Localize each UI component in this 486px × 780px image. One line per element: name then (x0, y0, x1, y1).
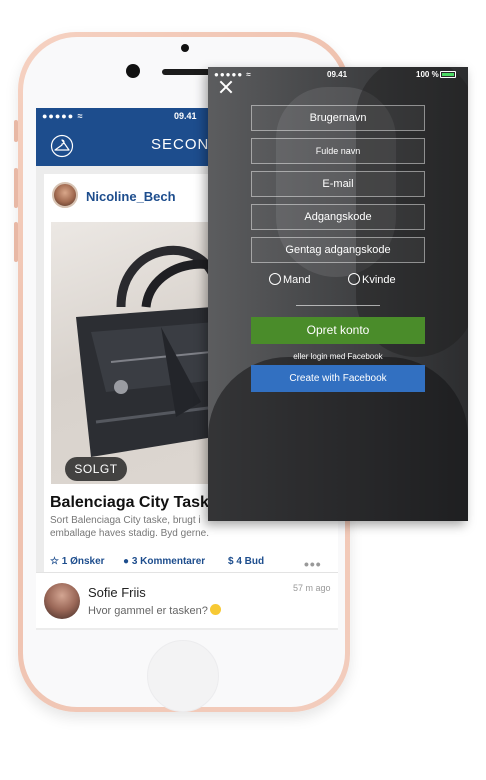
gender-male-label: Mand (283, 274, 311, 286)
battery-percent: 100 % (416, 70, 439, 79)
battery-icon (440, 71, 456, 78)
item-description: Sort Balenciaga City taske, brugt i emba… (50, 515, 209, 539)
volume-up-button (14, 168, 18, 208)
post-username[interactable]: Nicoline_Bech (86, 189, 176, 204)
facebook-login-hint: eller login med Facebook (293, 352, 383, 361)
divider (296, 305, 380, 306)
gender-female-radio[interactable]: Kvinde (348, 272, 396, 288)
speech-bubble-icon: ● (123, 556, 130, 567)
comment-text: Hvor gammel er tasken? (88, 605, 208, 617)
mute-switch (14, 120, 18, 142)
create-with-facebook-button[interactable]: Create with Facebook (251, 365, 425, 392)
comment-count: 3 Kommentarer (131, 556, 206, 567)
signup-screen: ●●●●● ≈ 09.41 100 % Brugernavn Fulde nav… (208, 67, 468, 521)
hanger-logo-icon[interactable] (50, 134, 74, 158)
avatar[interactable] (44, 583, 80, 619)
status-time: 09.41 (327, 70, 348, 79)
create-account-button[interactable]: Opret konto (251, 317, 425, 344)
password-field[interactable]: Adgangskode (251, 204, 425, 230)
post-actions: ☆ 1 Ønsker ● 3 Kommentarer $ 4 Bud ••• (44, 552, 338, 572)
more-options-icon[interactable]: ••• (304, 556, 322, 572)
comment-text-line: Hvor gammel er tasken? (88, 604, 221, 617)
status-bar: ●●●●● ≈ 09.41 100 % (208, 67, 468, 83)
close-icon[interactable] (218, 79, 234, 95)
comment-author[interactable]: Sofie Friis (88, 585, 146, 600)
comments-action[interactable]: ● 3 Kommentarer (123, 556, 205, 567)
item-title[interactable]: Balenciaga City Taske (50, 494, 218, 512)
signal-icon: ●●●●● ≈ (42, 111, 84, 121)
radio-circle-icon (348, 273, 360, 285)
email-field[interactable]: E-mail (251, 171, 425, 197)
comment-row[interactable]: Sofie Friis 57 m ago Hvor gammel er task… (36, 572, 338, 628)
status-time: 09.41 (174, 111, 197, 121)
smiley-emoji-icon (209, 604, 221, 615)
wish-action[interactable]: ☆ 1 Ønsker (50, 556, 105, 567)
sold-badge: SOLGT (65, 457, 127, 481)
volume-down-button (14, 222, 18, 262)
radio-circle-icon (269, 273, 281, 285)
gender-male-radio[interactable]: Mand (269, 272, 311, 288)
signal-icon: ●●●●● ≈ (214, 70, 252, 79)
gender-female-label: Kvinde (362, 274, 396, 286)
avatar[interactable] (52, 182, 78, 208)
wish-count: 1 Ønsker (61, 556, 105, 567)
fullname-field[interactable]: Fulde navn (251, 138, 425, 164)
front-camera (126, 64, 140, 78)
proximity-sensor (181, 44, 189, 52)
bids-action[interactable]: $ 4 Bud (228, 556, 264, 567)
comment-timestamp: 57 m ago (293, 583, 331, 593)
username-field[interactable]: Brugernavn (251, 105, 425, 131)
home-button[interactable] (147, 640, 219, 712)
repeat-password-field[interactable]: Gentag adgangskode (251, 237, 425, 263)
star-icon: ☆ (50, 556, 59, 567)
